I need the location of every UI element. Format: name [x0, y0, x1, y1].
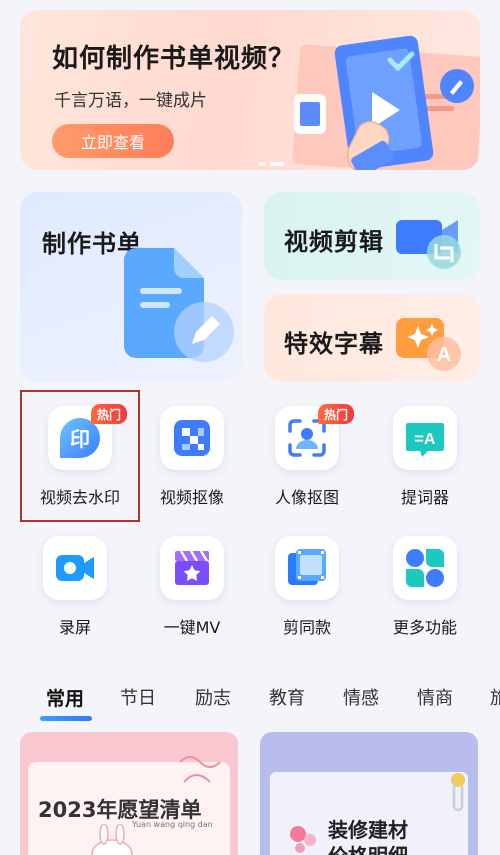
effect-subtitle-label: 特效字幕 [284, 330, 384, 358]
tool-teleprompter[interactable]: =A 提词器 [370, 392, 480, 512]
tool-label: 剪同款 [282, 618, 331, 637]
bunny-illustration [91, 824, 133, 855]
tool-label: 一键MV [163, 618, 221, 637]
film-strip-icon [275, 536, 339, 600]
tool-video-matting[interactable]: 视频抠像 [137, 392, 247, 512]
video-matting-icon [160, 406, 224, 470]
view-now-button[interactable]: 立即查看 [52, 124, 174, 158]
more-grid-icon [393, 536, 457, 600]
active-tab-indicator [40, 716, 92, 721]
effect-subtitle-card[interactable]: 特效字幕 A [264, 294, 480, 382]
tab-emotion[interactable]: 情感 [343, 684, 379, 710]
banner-pagination [258, 162, 284, 166]
tab-inspiration[interactable]: 励志 [195, 684, 231, 710]
video-camera-icon [396, 220, 461, 269]
tab-common[interactable]: 常用 [46, 684, 84, 711]
tool-screen-record[interactable]: 录屏 [20, 522, 130, 642]
banner-subtitle: 千言万语，一键成片 [54, 91, 207, 111]
tool-label: 更多功能 [392, 618, 457, 637]
template-title-line2: 价格明细 [328, 840, 408, 855]
hot-badge: 热门 [90, 404, 127, 424]
tab-education[interactable]: 教育 [269, 684, 305, 710]
tab-travel[interactable]: 旅 [490, 684, 500, 710]
tool-one-click-mv[interactable]: 一键MV [137, 522, 247, 642]
screen-record-icon [43, 536, 107, 600]
paper-clip-icon [451, 773, 465, 812]
teleprompter-icon-text: =A [415, 431, 436, 448]
booklist-card[interactable]: 制作书单 [20, 192, 242, 382]
tool-label: 人像抠图 [274, 488, 339, 507]
video-edit-label: 视频剪辑 [284, 228, 384, 256]
tab-holiday[interactable]: 节日 [120, 684, 156, 710]
sparkle-text-icon: A [396, 318, 461, 371]
category-tabs: 常用 节日 励志 教育 情感 情商 旅 [0, 680, 500, 721]
tool-label: 提词器 [400, 488, 449, 507]
tool-same-style[interactable]: 剪同款 [252, 522, 362, 642]
tool-label: 录屏 [58, 618, 91, 637]
template-pinyin: Yuan wang qing dan [132, 820, 213, 829]
document-edit-icon [124, 248, 234, 362]
tool-remove-watermark[interactable]: 印 视频去水印 热门 [25, 392, 135, 512]
clapperboard-star-icon [160, 536, 224, 600]
watermark-icon-text: 印 [70, 427, 90, 451]
tool-label: 视频去水印 [39, 488, 120, 507]
pagination-dot-active [270, 162, 284, 166]
template-title: 装修建材 [328, 818, 408, 842]
template-card-wishlist[interactable]: 2023年愿望清单 Yuan wang qing dan [20, 732, 238, 855]
teleprompter-icon: =A [393, 406, 457, 470]
banner-illustration [292, 35, 480, 170]
tool-label: 视频抠像 [159, 488, 224, 507]
promo-banner[interactable]: 如何制作书单视频？ 千言万语，一键成片 立即查看 [20, 10, 480, 170]
tool-portrait-cutout[interactable]: 人像抠图 热门 [252, 392, 362, 512]
tool-more-features[interactable]: 更多功能 [370, 522, 480, 642]
svg-text:A: A [437, 344, 451, 366]
tab-eq[interactable]: 情商 [417, 684, 453, 710]
pagination-dot [258, 162, 266, 166]
banner-title: 如何制作书单视频？ [52, 44, 296, 74]
hot-badge: 热门 [317, 404, 354, 424]
template-card-decoration-prices[interactable]: 装修建材 价格明细 [260, 732, 478, 855]
flower-decoration [290, 826, 316, 853]
video-edit-card[interactable]: 视频剪辑 [264, 192, 480, 280]
